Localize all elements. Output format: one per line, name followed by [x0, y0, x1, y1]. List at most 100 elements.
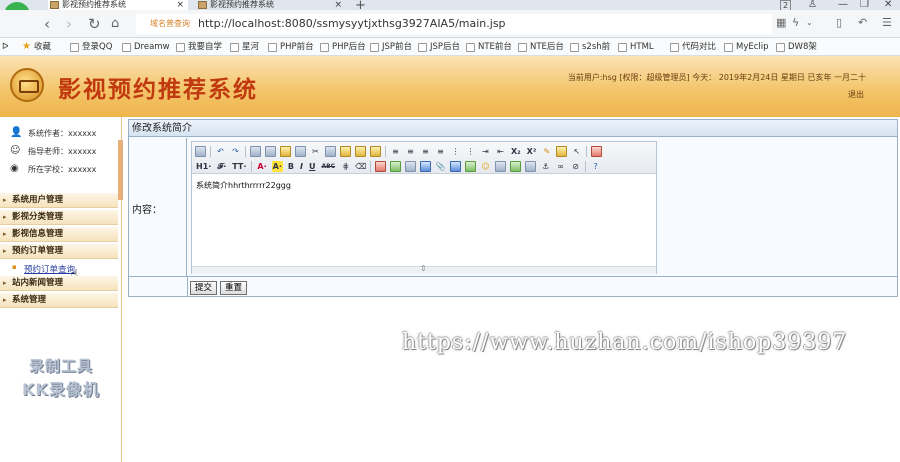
tab-close-icon[interactable]: × [334, 0, 342, 10]
dropdown-icon[interactable]: ⌄ [806, 18, 813, 27]
browser-tab[interactable]: 影视预约推荐系统 × [196, 0, 346, 10]
reload-icon[interactable]: ↻ [88, 15, 101, 33]
sidebar-item-movies[interactable]: 影视信息管理 [0, 227, 118, 242]
bookmark-item[interactable]: DW8架 [776, 40, 817, 54]
print-icon[interactable] [265, 145, 276, 157]
editor-content[interactable]: 系统简介hhrthrrrrr22ggg [196, 180, 291, 191]
paste-text-icon[interactable] [355, 145, 366, 157]
bold-icon[interactable]: B [287, 161, 295, 172]
hr-icon[interactable] [465, 160, 477, 172]
indent-icon[interactable]: ⇥ [480, 146, 491, 157]
redo-icon[interactable]: ↷ [230, 146, 241, 157]
sidebar-subitem-order-query[interactable]: 预约订单查询 [12, 263, 75, 275]
sidebar-item-categories[interactable]: 影视分类管理 [0, 210, 118, 225]
link-icon[interactable]: ∞ [555, 161, 566, 172]
reset-button[interactable]: 重置 [220, 281, 248, 295]
align-justify-icon[interactable]: ≡ [435, 146, 446, 157]
url-field[interactable]: 域名普查询 http://localhost:8080/ssmysyytjxth… [136, 14, 772, 34]
bookmark-item[interactable]: HTML [618, 40, 654, 54]
flash-icon[interactable] [390, 160, 402, 172]
undo-icon[interactable]: ↶ [215, 146, 226, 157]
user-icon[interactable]: ♙ [808, 0, 817, 10]
reader-icon[interactable]: ▯ [836, 16, 842, 29]
bookmark-item[interactable]: 登录QQ [70, 40, 112, 54]
align-left-icon[interactable]: ≡ [390, 146, 401, 157]
back-icon[interactable]: ‹ [44, 15, 50, 33]
url-text[interactable]: http://localhost:8080/ssmysyytjxthsg3927… [198, 17, 506, 30]
bookmark-item[interactable]: NTE前台 [466, 40, 512, 54]
image-icon[interactable] [375, 160, 387, 172]
sidebar-item-orders[interactable]: 预约订单管理 [0, 244, 118, 259]
underline-icon[interactable]: U [308, 161, 317, 172]
sidebar-item-news[interactable]: 站内新闻管理 [0, 276, 118, 291]
code-icon[interactable] [295, 145, 306, 157]
forward-icon[interactable]: › [66, 15, 72, 33]
sidebar-item-users[interactable]: 系统用户管理 [0, 193, 118, 208]
source-icon[interactable] [195, 145, 206, 157]
table-icon[interactable] [450, 160, 462, 172]
paste-icon[interactable] [340, 145, 351, 157]
bookmark-item[interactable]: JSP后台 [418, 40, 460, 54]
close-window-icon[interactable]: ✕ [884, 0, 892, 10]
select-all-icon[interactable] [556, 145, 568, 157]
page-break-icon[interactable] [525, 160, 537, 172]
bookmark-item[interactable]: Dreamw [122, 40, 170, 54]
editor-resize-bar[interactable]: ⇕ [192, 264, 656, 274]
sidebar-toggle-icon[interactable]: ᐅ [2, 40, 9, 54]
emoticon-icon[interactable]: ☺ [480, 161, 491, 172]
bookmark-item[interactable]: NTE后台 [518, 40, 564, 54]
bookmark-item[interactable]: PHP后台 [320, 40, 366, 54]
unordered-list-icon[interactable]: ⋮ [465, 146, 476, 157]
undo-icon[interactable]: ↶ [858, 16, 867, 29]
cursor-icon[interactable]: ↖ [571, 146, 582, 157]
bookmark-item[interactable]: 代码对比 [670, 40, 716, 54]
media-icon[interactable] [405, 160, 417, 172]
lightning-icon[interactable]: ϟ [792, 16, 799, 29]
map-icon[interactable] [495, 160, 507, 172]
bookmark-item[interactable]: s2sh前 [570, 40, 610, 54]
align-right-icon[interactable]: ≡ [420, 146, 431, 157]
copy-icon[interactable] [325, 145, 336, 157]
preview-icon[interactable] [250, 145, 261, 157]
ordered-list-icon[interactable]: ⋮ [450, 146, 461, 157]
bookmark-item[interactable]: 我要自学 [176, 40, 222, 54]
insert-file-icon[interactable] [420, 160, 432, 172]
submit-button[interactable]: 提交 [190, 281, 218, 295]
font-family-dropdown[interactable]: 𝓕· [216, 161, 227, 172]
strikethrough-icon[interactable]: ABC [320, 161, 336, 172]
domain-lookup-tag[interactable]: 域名普查询 [150, 18, 190, 29]
bookmark-item[interactable]: 星河 [230, 40, 259, 54]
attachment-icon[interactable]: 📎 [435, 161, 446, 172]
fullscreen-icon[interactable] [591, 145, 603, 157]
outdent-icon[interactable]: ⇤ [495, 146, 506, 157]
home-icon[interactable]: ⌂ [111, 16, 119, 31]
superscript-icon[interactable]: X² [526, 146, 538, 157]
restore-icon[interactable]: ❐ [860, 0, 869, 10]
anchor-icon[interactable]: ⚓ [540, 161, 551, 172]
rich-text-editor[interactable]: ↶ ↷ ✂ ≡ ≡ ≡ ≡ ⋮ ⋮ ⇥ ⇤ X₂ X² ✎ ↖ H1· 𝓕· T… [191, 141, 657, 274]
resize-grip-icon[interactable]: ⇕ [420, 264, 427, 273]
heading-dropdown[interactable]: H1· [195, 161, 212, 172]
align-center-icon[interactable]: ≡ [405, 146, 416, 157]
minimize-icon[interactable]: — [838, 0, 848, 10]
paste-word-icon[interactable] [370, 145, 381, 157]
subscript-icon[interactable]: X₂ [510, 146, 522, 157]
italic-icon[interactable]: I [299, 161, 304, 172]
logout-link[interactable]: 退出 [848, 89, 864, 100]
clear-format-icon[interactable]: ✎ [541, 146, 552, 157]
menu-icon[interactable]: ☰ [882, 16, 892, 29]
sidebar-item-system[interactable]: 系统管理 [0, 293, 118, 308]
browser-tab-active[interactable]: 影视预约推荐系统 × [48, 0, 188, 10]
line-height-icon[interactable]: ⋕ [340, 161, 351, 172]
tab-close-icon[interactable]: × [176, 0, 184, 10]
bookmark-item[interactable]: JSP前台 [370, 40, 412, 54]
special-char-icon[interactable] [510, 160, 522, 172]
eraser-icon[interactable]: ⌫ [355, 161, 366, 172]
unlink-icon[interactable]: ⊘ [570, 161, 581, 172]
font-color-dropdown[interactable]: A· [256, 161, 267, 172]
highlight-color-dropdown[interactable]: A· [271, 160, 283, 172]
grid-icon[interactable]: ▦ [776, 16, 786, 29]
cut-icon[interactable]: ✂ [310, 146, 321, 157]
bookmark-favorites[interactable]: ★ 收藏 [22, 40, 51, 54]
help-icon[interactable]: ? [590, 161, 601, 172]
